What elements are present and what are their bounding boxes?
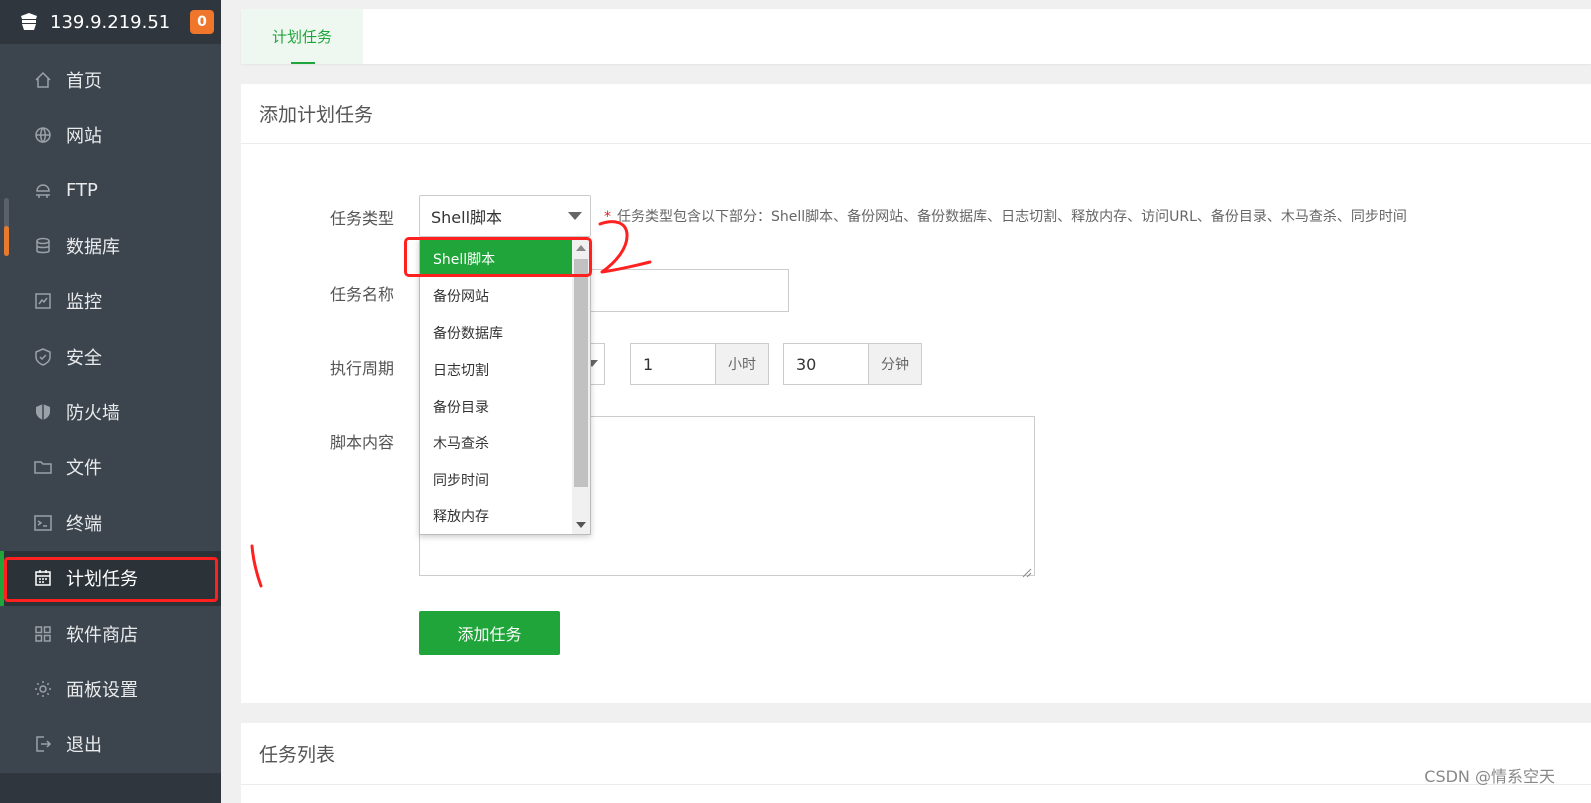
- server-ip: 139.9.219.51: [50, 11, 171, 33]
- sidebar-item-label: 监控: [66, 292, 102, 314]
- sidebar-item-database[interactable]: 数据库: [0, 218, 221, 273]
- folder-icon: [34, 458, 52, 476]
- task-name-label: 任务名称: [329, 285, 394, 304]
- dropdown-scroll-thumb[interactable]: [574, 259, 588, 487]
- sidebar-item-home[interactable]: 首页: [0, 52, 221, 107]
- sidebar-item-label: 终端: [66, 513, 102, 535]
- sidebar-item-label: 安全: [66, 347, 102, 369]
- tab-cron[interactable]: 计划任务: [241, 9, 363, 64]
- scroll-up-icon[interactable]: [576, 245, 586, 251]
- sidebar: 139.9.219.51 0 首页 网站 FTP 数据库 监控 安全 防火墙 文…: [0, 0, 221, 803]
- sidebar-item-cron[interactable]: 计划任务: [0, 550, 221, 607]
- sidebar-item-label: 文件: [66, 458, 102, 480]
- sidebar-nav: 首页 网站 FTP 数据库 监控 安全 防火墙 文件 终端 计划任务 软件商店 …: [0, 52, 221, 772]
- dropdown-option[interactable]: Shell脚本: [420, 240, 572, 277]
- home-icon: [34, 71, 52, 89]
- sidebar-item-label: 首页: [66, 70, 102, 92]
- script-label: 脚本内容: [329, 433, 394, 452]
- minute-unit: 分钟: [868, 343, 922, 385]
- dropdown-option[interactable]: 同步时间: [420, 461, 572, 498]
- sidebar-item-monitor[interactable]: 监控: [0, 274, 221, 329]
- sidebar-item-label: 计划任务: [66, 569, 138, 591]
- sidebar-item-ftp[interactable]: FTP: [0, 163, 221, 218]
- sidebar-item-firewall[interactable]: 防火墙: [0, 384, 221, 439]
- sidebar-item-label: 面板设置: [66, 679, 138, 701]
- chevron-down-icon: [568, 212, 582, 220]
- dropdown-option[interactable]: 释放内存: [420, 497, 572, 534]
- task-type-dropdown[interactable]: Shell脚本 备份网站 备份数据库 日志切割 备份目录 木马查杀 同步时间 释…: [419, 239, 591, 535]
- tab-bar: 计划任务: [241, 9, 1591, 64]
- minute-input[interactable]: 30: [783, 343, 869, 385]
- sidebar-item-label: 数据库: [66, 236, 120, 258]
- task-type-hint-text: 任务类型包含以下部分：Shell脚本、备份网站、备份数据库、日志切割、释放内存、…: [617, 209, 1407, 225]
- apps-icon: [34, 625, 52, 643]
- sidebar-item-app-store[interactable]: 软件商店: [0, 606, 221, 661]
- sidebar-item-terminal[interactable]: 终端: [0, 495, 221, 550]
- scroll-down-icon[interactable]: [576, 522, 586, 528]
- task-type-label: 任务类型: [329, 209, 394, 228]
- panel-title: 添加计划任务: [241, 84, 1591, 144]
- dropdown-option[interactable]: 日志切割: [420, 351, 572, 388]
- globe-icon: [34, 126, 52, 144]
- sidebar-item-label: 网站: [66, 126, 102, 148]
- calendar-icon: [34, 569, 52, 587]
- task-list-panel: 任务列表: [241, 723, 1591, 803]
- server-logo-icon: [18, 11, 40, 33]
- dropdown-scrollbar[interactable]: [572, 240, 590, 534]
- database-icon: [34, 237, 52, 255]
- monitor-icon: [34, 292, 52, 310]
- add-task-button[interactable]: 添加任务: [419, 611, 560, 655]
- notification-badge[interactable]: 0: [190, 10, 214, 34]
- dropdown-option[interactable]: 备份目录: [420, 388, 572, 425]
- sidebar-item-settings[interactable]: 面板设置: [0, 661, 221, 716]
- hour-unit: 小时: [715, 343, 769, 385]
- cycle-label: 执行周期: [329, 359, 394, 378]
- dropdown-option[interactable]: 备份数据库: [420, 314, 572, 351]
- task-list-title: 任务列表: [241, 723, 1591, 785]
- dropdown-option[interactable]: 备份网站: [420, 277, 572, 314]
- ftp-icon: [34, 181, 52, 199]
- sidebar-item-label: 软件商店: [66, 624, 138, 646]
- sidebar-footer: [0, 773, 221, 803]
- sidebar-item-logout[interactable]: 退出: [0, 717, 221, 772]
- task-type-value: Shell脚本: [431, 208, 503, 227]
- sidebar-item-files[interactable]: 文件: [0, 440, 221, 495]
- logout-icon: [34, 735, 52, 753]
- shield-check-icon: [34, 347, 52, 366]
- gear-icon: [34, 680, 52, 698]
- dropdown-option[interactable]: 木马查杀: [420, 424, 572, 461]
- hour-input[interactable]: 1: [630, 343, 716, 385]
- sidebar-item-website[interactable]: 网站: [0, 107, 221, 162]
- resize-grip-icon[interactable]: [1022, 563, 1032, 578]
- watermark: CSDN @情系空天: [1424, 767, 1555, 786]
- sidebar-item-label: 退出: [66, 735, 102, 757]
- firewall-icon: [34, 403, 52, 421]
- sidebar-item-label: 防火墙: [66, 403, 120, 425]
- task-type-hint: * 任务类型包含以下部分：Shell脚本、备份网站、备份数据库、日志切割、释放内存…: [604, 206, 1407, 226]
- server-header: 139.9.219.51 0: [0, 0, 221, 44]
- required-star: *: [604, 209, 611, 225]
- sidebar-item-security[interactable]: 安全: [0, 329, 221, 384]
- task-type-select[interactable]: Shell脚本: [419, 195, 591, 237]
- terminal-icon: [34, 514, 52, 532]
- sidebar-item-label: FTP: [66, 179, 98, 201]
